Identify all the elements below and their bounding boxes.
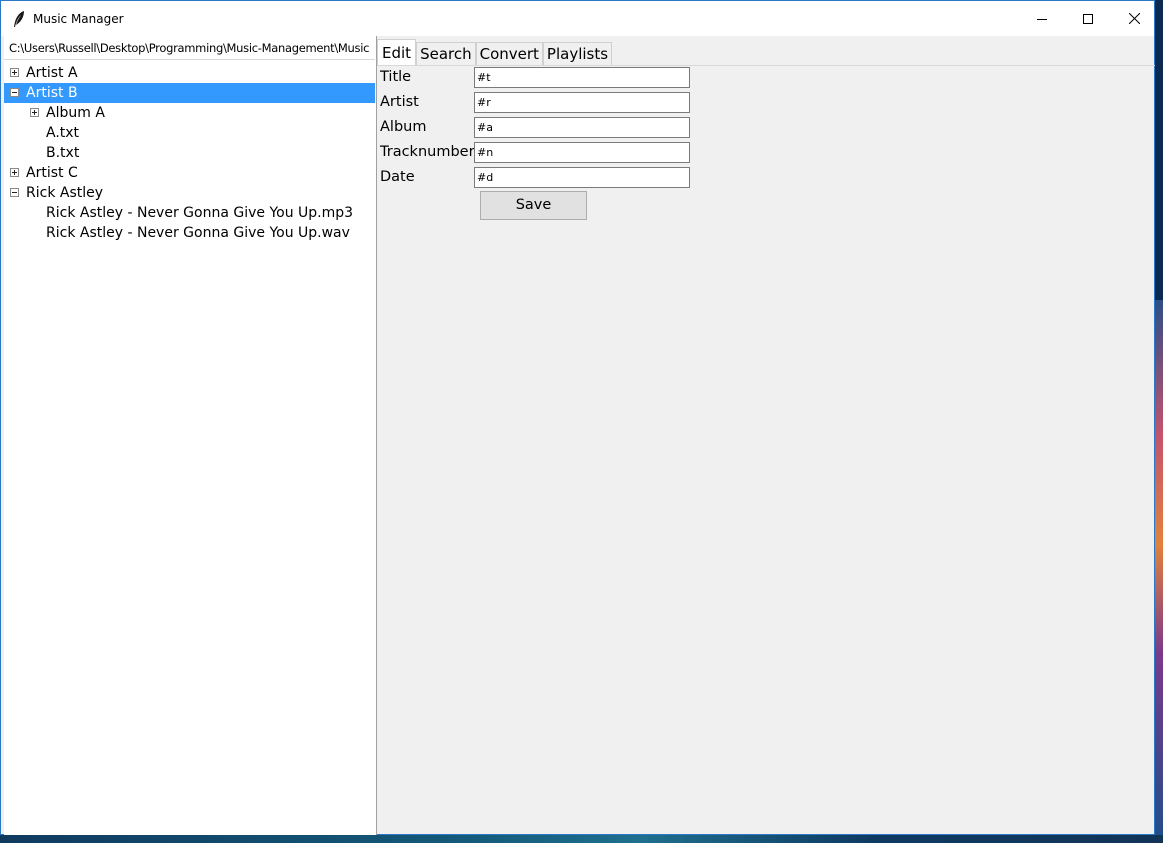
collapse-icon[interactable] xyxy=(10,188,19,197)
tree-item-label: Album A xyxy=(46,105,105,121)
tab-divider xyxy=(377,65,1155,66)
tree-item-mp3-file[interactable]: Rick Astley - Never Gonna Give You Up.mp… xyxy=(4,203,375,223)
editor-pane: Edit Search Convert Playlists Title #t A… xyxy=(377,36,1155,835)
date-field[interactable]: #d xyxy=(474,167,690,188)
window-title: Music Manager xyxy=(33,12,124,26)
tree-item-label: A.txt xyxy=(46,125,80,141)
maximize-button[interactable] xyxy=(1065,1,1111,36)
expand-icon[interactable] xyxy=(10,168,19,177)
tree-item-artist-c[interactable]: Artist C xyxy=(4,163,375,183)
tracknumber-label: Tracknumber xyxy=(380,144,475,160)
taskbar-background xyxy=(0,835,1163,843)
minimize-button[interactable] xyxy=(1019,1,1065,36)
tree-item-rick-astley[interactable]: Rick Astley xyxy=(4,183,375,203)
tree-item-b-txt[interactable]: B.txt xyxy=(4,143,375,163)
tab-convert[interactable]: Convert xyxy=(475,42,543,66)
file-tree: Artist A Artist B Album A A.txt B.txt Ar… xyxy=(4,63,375,243)
tree-item-artist-b[interactable]: Artist B xyxy=(4,83,375,103)
artist-field[interactable]: #r xyxy=(474,92,690,113)
tree-item-label: Artist B xyxy=(26,85,78,101)
collapse-icon[interactable] xyxy=(10,88,19,97)
tree-item-label: Rick Astley xyxy=(26,185,104,201)
tab-playlists[interactable]: Playlists xyxy=(542,42,613,66)
tree-item-label: Rick Astley - Never Gonna Give You Up.wa… xyxy=(46,225,350,241)
close-icon xyxy=(1128,13,1140,24)
title-field[interactable]: #t xyxy=(474,67,690,88)
maximize-icon xyxy=(1083,13,1093,24)
tree-item-artist-a[interactable]: Artist A xyxy=(4,63,375,83)
minimize-icon xyxy=(1037,18,1047,20)
tree-item-label: Artist C xyxy=(26,165,78,181)
title-bar[interactable]: Music Manager xyxy=(1,1,1154,36)
expand-icon[interactable] xyxy=(30,108,39,117)
file-browser-pane: C:\Users\Russell\Desktop\Programming\Mus… xyxy=(4,36,377,835)
album-label: Album xyxy=(380,119,427,135)
app-window: Music Manager C:\Users\Russell\Desktop\P… xyxy=(0,0,1155,835)
artist-label: Artist xyxy=(380,94,419,110)
tree-item-wav-file[interactable]: Rick Astley - Never Gonna Give You Up.wa… xyxy=(4,223,375,243)
tracknumber-field[interactable]: #n xyxy=(474,142,690,163)
path-field[interactable]: C:\Users\Russell\Desktop\Programming\Mus… xyxy=(4,36,375,60)
tree-item-label: Rick Astley - Never Gonna Give You Up.mp… xyxy=(46,205,354,221)
tree-item-album-a[interactable]: Album A xyxy=(4,103,375,123)
close-button[interactable] xyxy=(1111,1,1157,36)
title-label: Title xyxy=(380,69,412,85)
tab-edit[interactable]: Edit xyxy=(377,39,417,66)
save-button[interactable]: Save xyxy=(480,191,587,220)
tree-item-label: B.txt xyxy=(46,145,80,161)
feather-icon xyxy=(14,11,24,27)
desktop-background xyxy=(1155,300,1163,843)
tree-item-a-txt[interactable]: A.txt xyxy=(4,123,375,143)
date-label: Date xyxy=(380,169,415,185)
tab-search[interactable]: Search xyxy=(416,42,476,66)
tree-item-label: Artist A xyxy=(26,65,78,81)
expand-icon[interactable] xyxy=(10,68,19,77)
album-field[interactable]: #a xyxy=(474,117,690,138)
tab-bar: Edit Search Convert Playlists xyxy=(377,39,613,66)
